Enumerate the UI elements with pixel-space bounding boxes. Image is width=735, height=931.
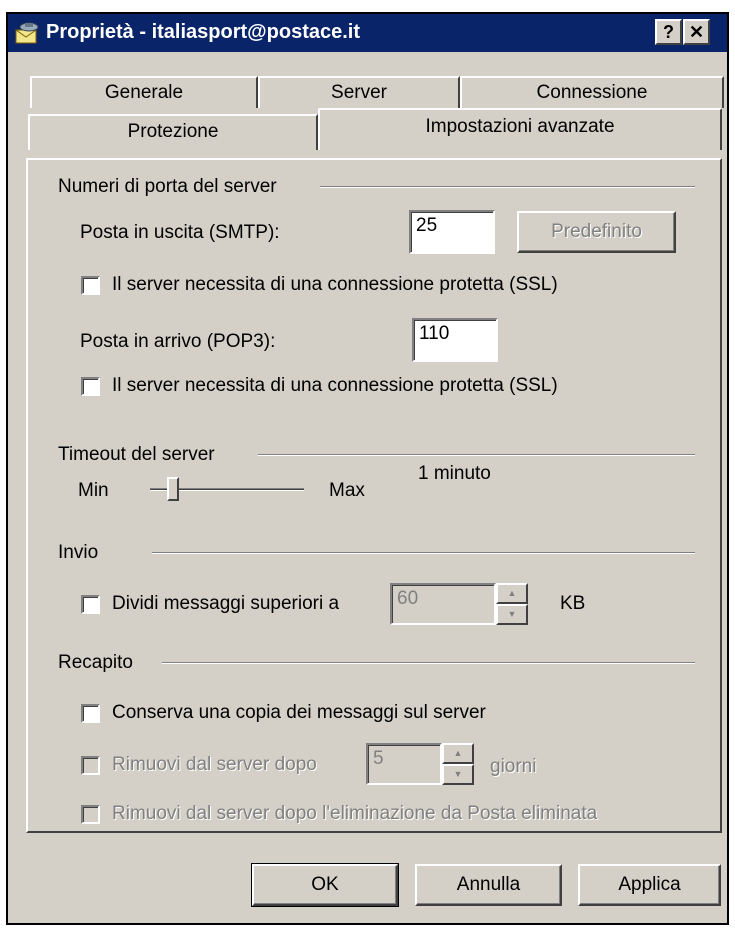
smtp-label: Posta in uscita (SMTP): — [80, 222, 280, 243]
remove-deleted-checkbox[interactable] — [81, 805, 100, 824]
pop3-port-input[interactable]: 110 — [412, 318, 498, 362]
recapito-group-divider — [162, 662, 695, 664]
split-unit: KB — [560, 593, 586, 614]
timeout-group-label: Timeout del server — [58, 444, 215, 465]
tab-impostazioni-avanzate[interactable]: Impostazioni avanzate — [318, 108, 722, 150]
pop3-label: Posta in arrivo (POP3): — [80, 331, 276, 352]
cancel-button[interactable]: Annulla — [415, 864, 562, 906]
remove-deleted-label: Rimuovi dal server dopo l'eliminazione d… — [112, 803, 598, 824]
timeout-value: 1 minuto — [418, 463, 491, 484]
help-button[interactable]: ? — [655, 19, 682, 45]
mail-account-icon — [15, 22, 39, 44]
invio-group-divider — [152, 552, 695, 554]
spin-up-arrow-icon[interactable]: ▲ — [496, 583, 528, 604]
tab-generale[interactable]: Generale — [30, 76, 258, 108]
default-button[interactable]: Predefinito — [517, 211, 676, 253]
split-messages-label: Dividi messaggi superiori a — [112, 593, 340, 614]
timeout-slider-thumb[interactable] — [167, 477, 180, 501]
ports-group-divider — [320, 186, 695, 188]
advanced-settings-panel: Numeri di porta del server Posta in usci… — [26, 158, 722, 833]
tab-connessione[interactable]: Connessione — [460, 76, 724, 108]
recapito-group-label: Recapito — [58, 652, 133, 673]
tab-protezione[interactable]: Protezione — [28, 114, 318, 150]
remove-days-input[interactable]: 5 — [366, 743, 442, 785]
ok-button[interactable]: OK — [251, 863, 399, 907]
spin-down-arrow-icon[interactable]: ▼ — [496, 604, 528, 625]
keep-copy-checkbox[interactable] — [81, 704, 100, 723]
remove-after-checkbox[interactable] — [81, 756, 100, 775]
split-size-input[interactable]: 60 — [390, 583, 496, 625]
pop3-ssl-checkbox[interactable] — [81, 377, 100, 396]
smtp-port-input[interactable]: 25 — [409, 210, 495, 254]
split-size-spinner[interactable]: ▲ ▼ — [496, 583, 528, 625]
tab-server[interactable]: Server — [258, 76, 460, 108]
spin-down-arrow-icon[interactable]: ▼ — [442, 764, 474, 785]
ports-group-label: Numeri di porta del server — [58, 176, 277, 197]
remove-after-label: Rimuovi dal server dopo — [112, 754, 317, 775]
split-messages-checkbox[interactable] — [81, 595, 100, 614]
remove-days-spinner[interactable]: ▲ ▼ — [442, 743, 474, 785]
smtp-ssl-label: Il server necessita di una connessione p… — [112, 274, 558, 295]
invio-group-label: Invio — [58, 542, 99, 563]
spin-up-arrow-icon[interactable]: ▲ — [442, 743, 474, 764]
timeout-min-label: Min — [78, 480, 109, 501]
pop3-ssl-label: Il server necessita di una connessione p… — [112, 375, 558, 396]
timeout-max-label: Max — [329, 480, 365, 501]
apply-button[interactable]: Applica — [578, 864, 721, 906]
properties-dialog: Proprietà - italiasport@postace.it ? ✕ G… — [6, 12, 729, 925]
close-button[interactable]: ✕ — [683, 19, 710, 45]
window-title: Proprietà - italiasport@postace.it — [46, 21, 361, 43]
remove-days-unit: giorni — [490, 756, 537, 777]
keep-copy-label: Conserva una copia dei messaggi sul serv… — [112, 702, 486, 723]
timeout-group-divider — [258, 454, 695, 456]
title-bar[interactable]: Proprietà - italiasport@postace.it ? ✕ — [8, 14, 727, 52]
smtp-ssl-checkbox[interactable] — [81, 276, 100, 295]
